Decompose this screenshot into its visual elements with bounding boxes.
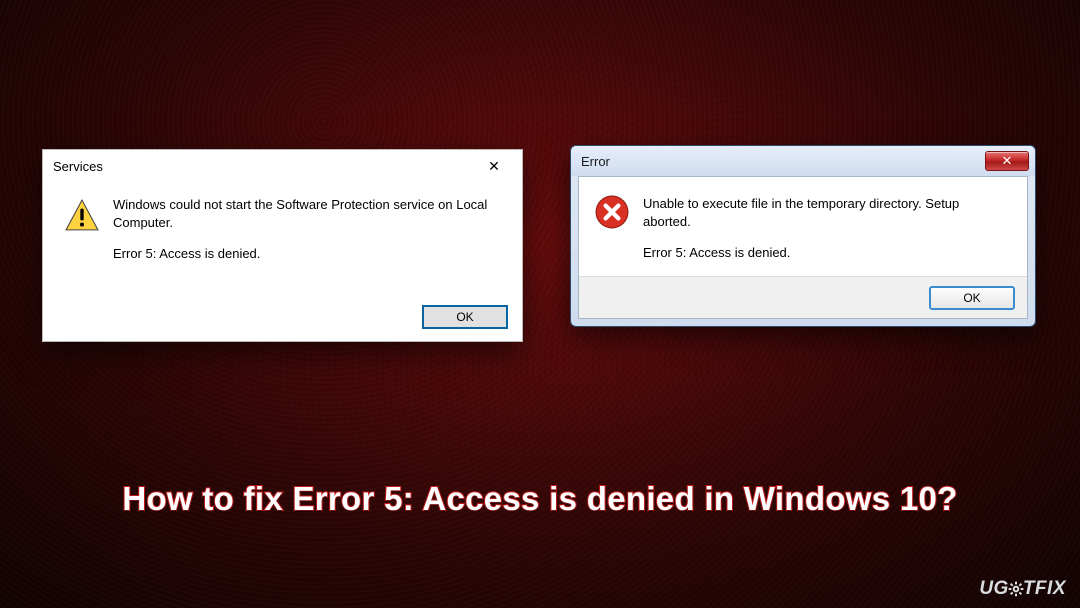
close-button[interactable]: ✕ <box>472 152 516 180</box>
error-dialog-footer: OK <box>579 276 1027 318</box>
services-dialog-titlebar: Services ✕ <box>43 150 522 182</box>
error-text: Error 5: Access is denied. <box>113 245 502 263</box>
close-icon: ✕ <box>1002 153 1013 168</box>
watermark-prefix: UG <box>979 578 1009 600</box>
message-text: Windows could not start the Software Pro… <box>113 196 502 231</box>
warning-icon <box>65 198 99 232</box>
ok-button[interactable]: OK <box>422 305 508 329</box>
gear-icon <box>1008 581 1024 597</box>
services-dialog-title: Services <box>53 159 103 174</box>
error-dialog-title: Error <box>581 154 610 169</box>
error-text: Error 5: Access is denied. <box>643 244 1009 262</box>
close-button[interactable]: ✕ <box>985 151 1029 171</box>
error-dialog-message: Unable to execute file in the temporary … <box>643 195 1009 262</box>
error-dialog-body: Unable to execute file in the temporary … <box>579 177 1027 268</box>
error-dialog: Error ✕ Unable to execute file in the te… <box>570 145 1036 327</box>
article-headline: How to fix Error 5: Access is denied in … <box>0 480 1080 518</box>
error-icon <box>595 195 629 229</box>
close-icon: ✕ <box>488 158 500 174</box>
services-dialog-message: Windows could not start the Software Pro… <box>113 196 502 263</box>
services-dialog-body: Windows could not start the Software Pro… <box>43 182 522 269</box>
watermark-suffix: TFIX <box>1023 578 1066 600</box>
watermark-logo: UG TFIX <box>979 578 1066 600</box>
error-dialog-titlebar: Error ✕ <box>571 146 1035 176</box>
error-dialog-inner: Unable to execute file in the temporary … <box>578 176 1028 319</box>
ok-button[interactable]: OK <box>929 286 1015 310</box>
services-dialog-footer: OK <box>422 305 508 329</box>
message-text: Unable to execute file in the temporary … <box>643 195 1009 230</box>
services-dialog: Services ✕ Windows could not start the S… <box>42 149 523 342</box>
